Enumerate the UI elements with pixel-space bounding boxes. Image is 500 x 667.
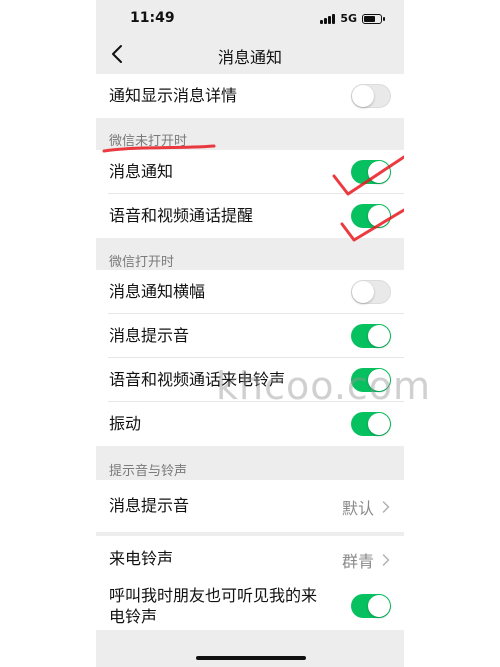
checkmark-2	[340, 208, 404, 242]
phone-screen: 11:49 5G 消息通知 通知显示消息详情 微信未打开时 消息通知 语音和视频…	[96, 0, 404, 667]
underline-mark	[102, 144, 216, 153]
annotation-marks	[102, 144, 404, 242]
checkmark-1	[332, 155, 404, 196]
